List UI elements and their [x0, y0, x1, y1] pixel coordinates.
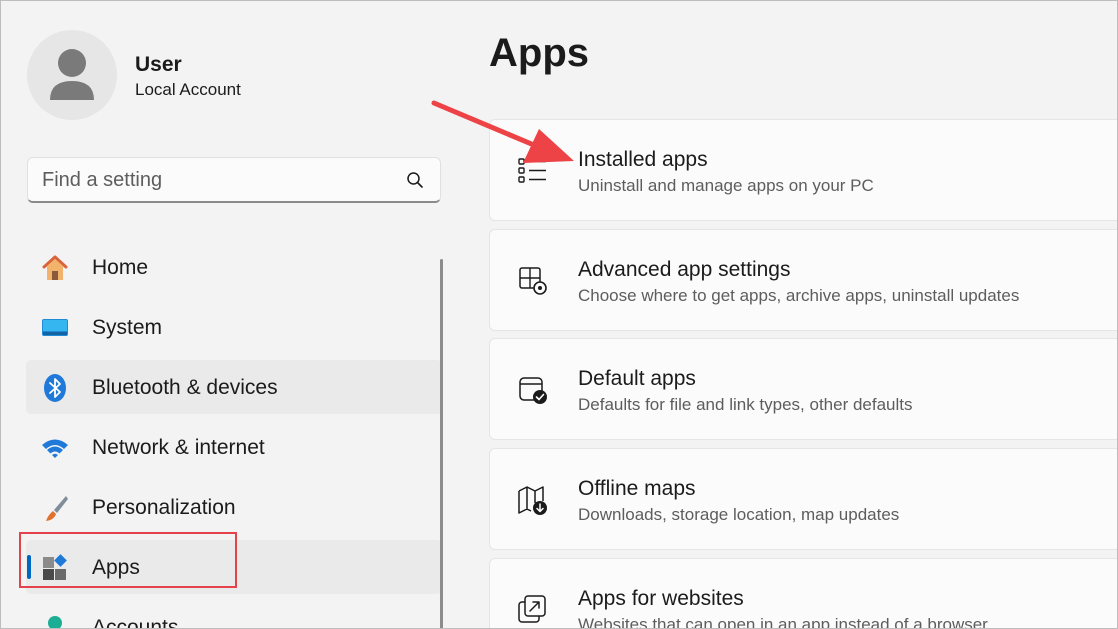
settings-window: User Local Account Home System Bluetooth [0, 0, 1118, 629]
card-title: Installed apps [578, 148, 708, 171]
default-apps-icon [519, 377, 547, 404]
annotation-highlight-box [19, 532, 237, 588]
avatar[interactable] [27, 30, 117, 120]
nav-label: System [92, 316, 163, 339]
nav-label: Network & internet [92, 436, 265, 459]
card-title: Advanced app settings [578, 258, 791, 281]
card-subtitle: Uninstall and manage apps on your PC [578, 176, 874, 195]
paintbrush-icon [46, 496, 68, 521]
card-subtitle: Websites that can open in an app instead… [578, 615, 988, 629]
wifi-icon [42, 439, 68, 458]
account-type: Local Account [135, 80, 241, 99]
search-icon[interactable] [406, 171, 424, 189]
card-title: Offline maps [578, 477, 696, 500]
nav-item-network-internet[interactable]: Network & internet [26, 420, 442, 474]
open-in-app-icon [518, 595, 546, 623]
nav-label: Personalization [92, 496, 236, 519]
nav-label: Accounts [92, 616, 179, 629]
nav-label: Home [92, 256, 149, 279]
card-advanced-app-settings[interactable]: Advanced app settings Choose where to ge… [489, 229, 1117, 331]
card-title: Default apps [578, 367, 696, 390]
card-apps-for-websites[interactable]: Apps for websites Websites that can open… [489, 558, 1117, 629]
search-box[interactable] [27, 157, 441, 203]
search-input[interactable] [42, 166, 392, 194]
card-offline-maps[interactable]: Offline maps Downloads, storage location… [489, 448, 1117, 550]
map-icon [518, 486, 547, 515]
nav-item-bluetooth-devices[interactable]: Bluetooth & devices [26, 360, 442, 414]
home-icon [42, 255, 68, 280]
app-settings-icon [519, 267, 547, 295]
card-subtitle: Downloads, storage location, map updates [578, 505, 900, 524]
nav-item-home[interactable]: Home [26, 240, 442, 294]
card-subtitle: Defaults for file and link types, other … [578, 395, 913, 414]
card-title: Apps for websites [578, 587, 744, 610]
person-icon [48, 616, 62, 628]
bluetooth-icon [44, 374, 66, 402]
page-title: Apps [489, 31, 589, 75]
monitor-icon [42, 319, 68, 336]
user-silhouette-icon [50, 49, 94, 100]
card-subtitle: Choose where to get apps, archive apps, … [578, 286, 1020, 305]
card-installed-apps[interactable]: Installed apps Uninstall and manage apps… [489, 119, 1117, 221]
nav-item-system[interactable]: System [26, 300, 442, 354]
nav-item-personalization[interactable]: Personalization [26, 480, 442, 534]
user-name: User [135, 53, 182, 76]
card-default-apps[interactable]: Default apps Defaults for file and link … [489, 338, 1117, 440]
nav-item-accounts[interactable]: Accounts [26, 600, 442, 629]
nav-scrollbar[interactable] [440, 259, 443, 628]
list-icon [518, 158, 546, 183]
nav-label: Bluetooth & devices [92, 376, 278, 399]
